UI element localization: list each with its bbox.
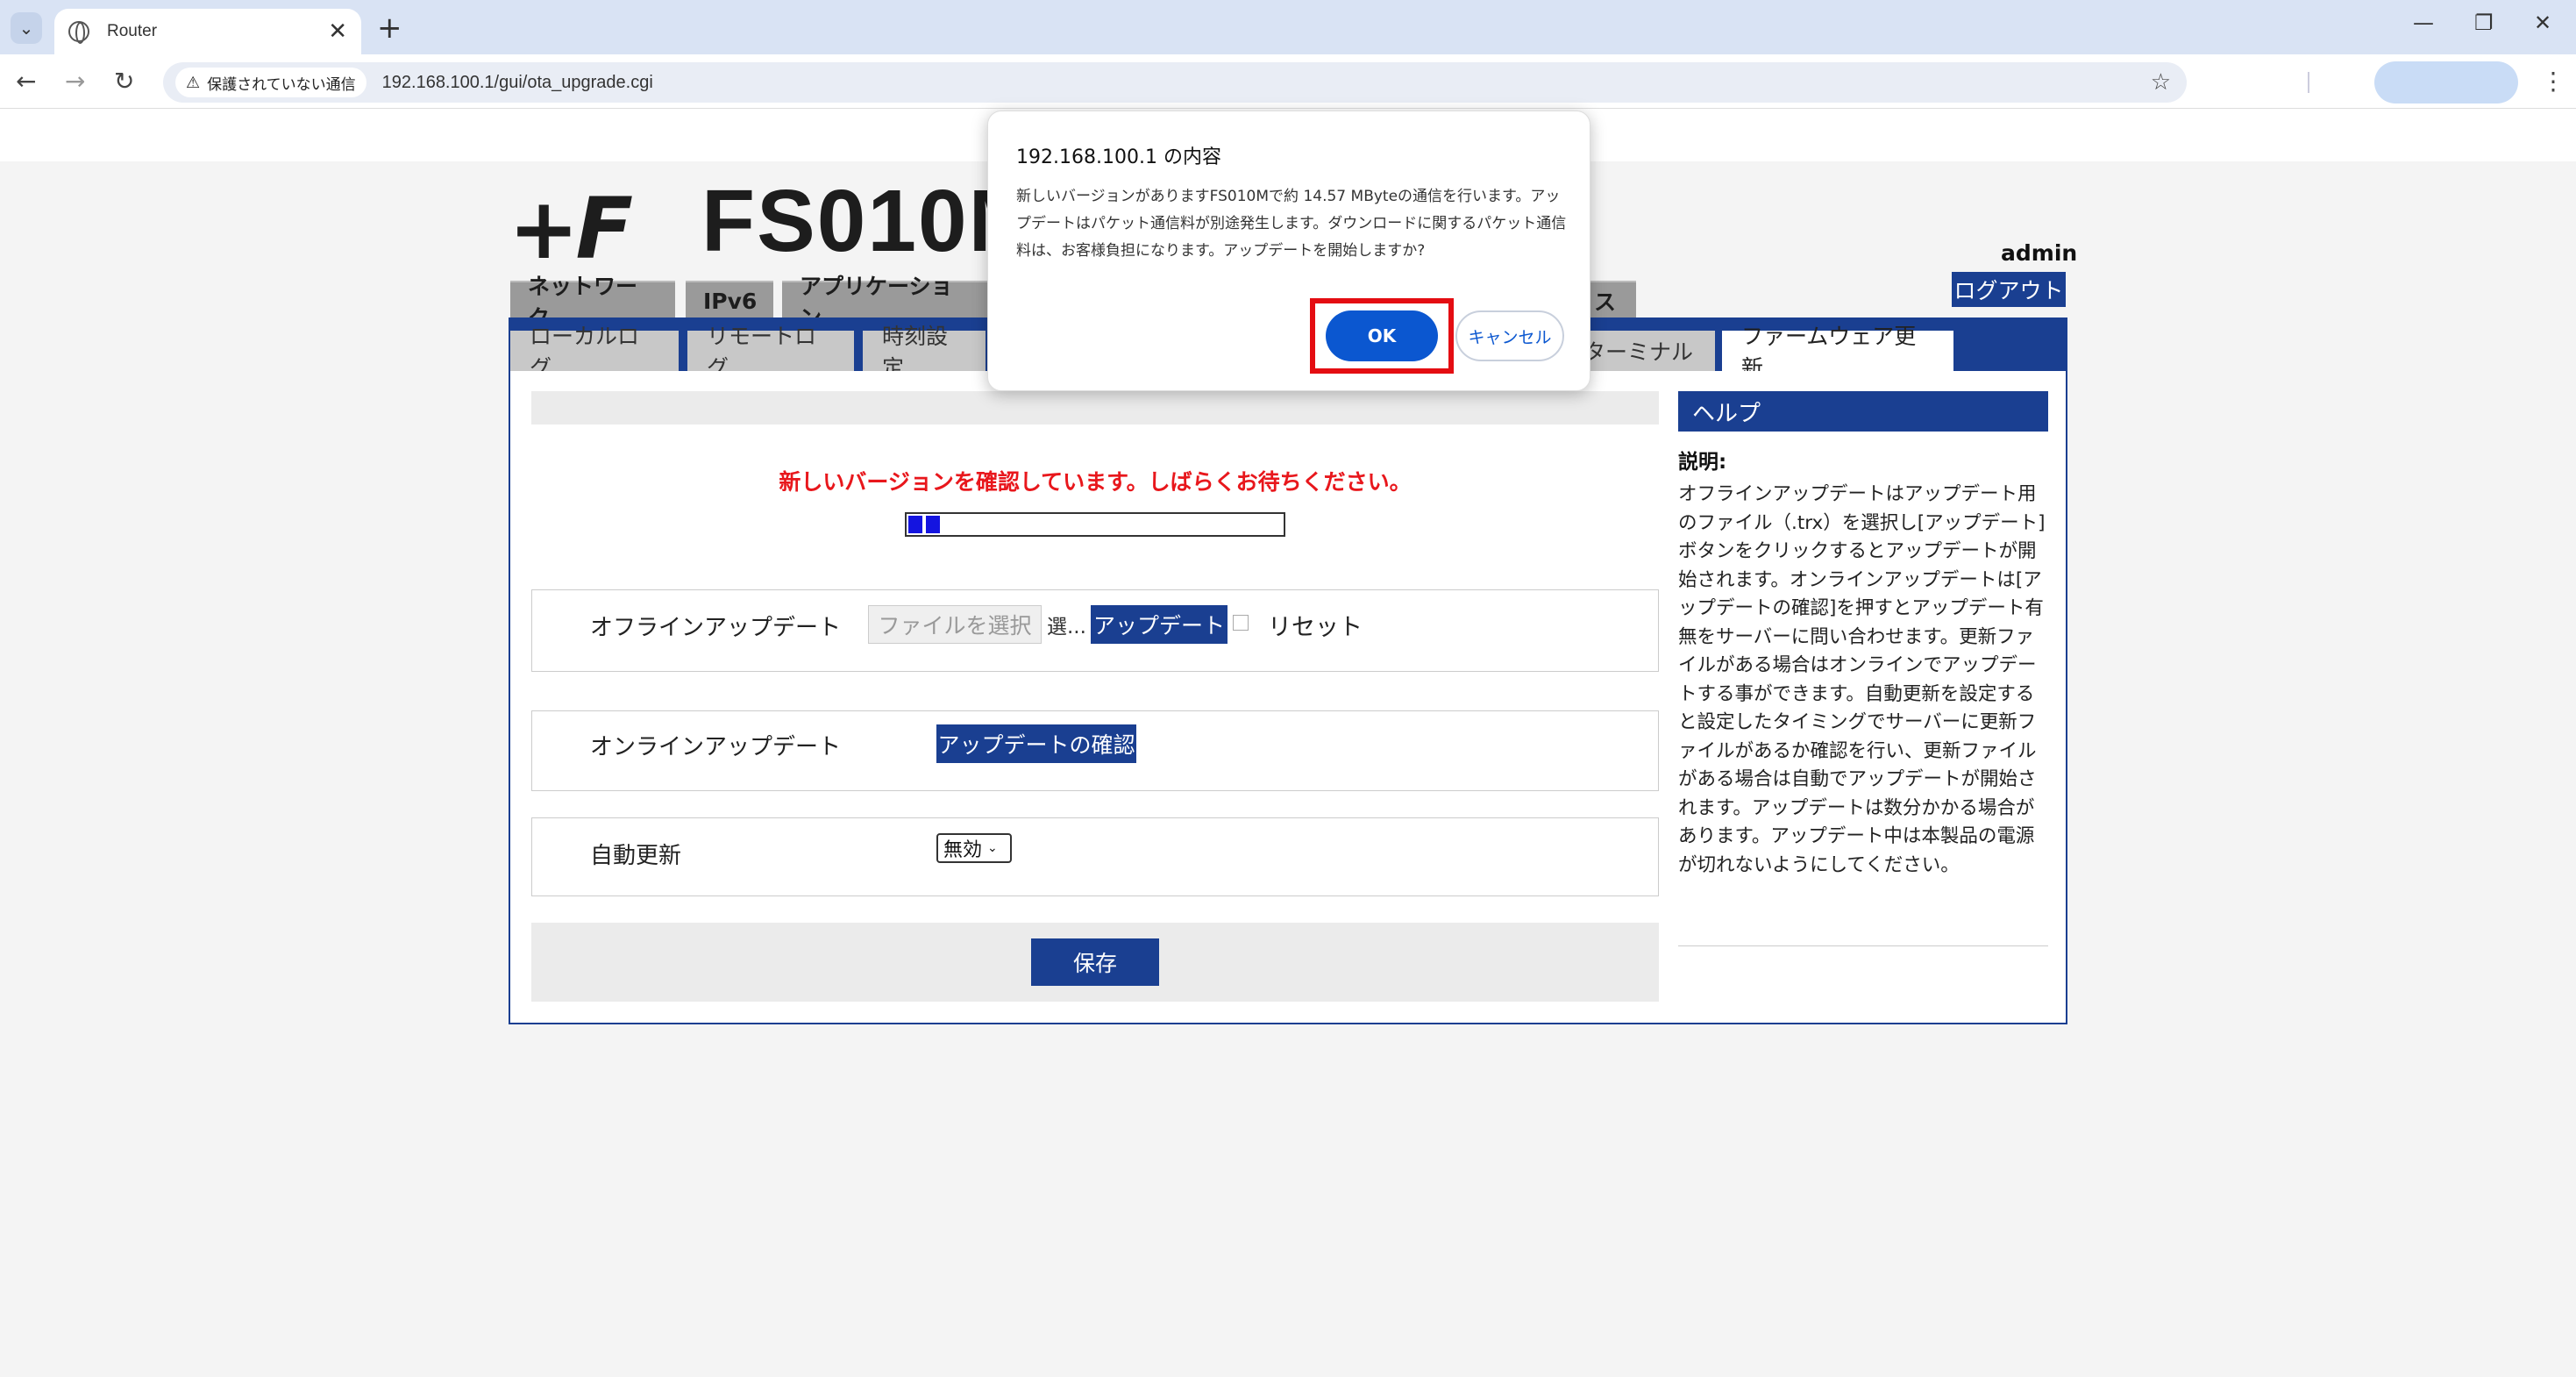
save-button[interactable]: 保存 xyxy=(1031,938,1159,986)
logout-button[interactable]: ログアウト xyxy=(1952,272,2066,307)
auto-update-section: 自動更新 xyxy=(531,817,1659,896)
tab-close-icon[interactable]: ✕ xyxy=(328,18,347,45)
tab-search-chevron-icon[interactable]: ⌄ xyxy=(11,12,42,44)
status-band xyxy=(531,391,1659,425)
offline-update-button[interactable]: アップデート xyxy=(1091,605,1228,644)
help-title: ヘルプ xyxy=(1678,391,2048,432)
main-tab-application[interactable]: アプリケーション xyxy=(782,274,989,331)
reset-checkbox[interactable] xyxy=(1233,615,1249,631)
help-text: オフラインアップデートはアップデート用のファイル（.trx）を選択し[アップデー… xyxy=(1678,483,2046,876)
forward-icon[interactable]: → xyxy=(65,67,85,96)
tab-title: Router xyxy=(107,22,158,40)
brand-logo: +F xyxy=(509,180,633,278)
file-name-hint: 選... xyxy=(1047,616,1086,639)
address-bar[interactable]: ⚠ 保護されていない通信 192.168.100.1/gui/ota_upgra… xyxy=(163,62,2187,103)
help-divider xyxy=(1678,945,2048,946)
online-update-label: オンラインアップデート xyxy=(590,734,842,760)
url-text[interactable]: 192.168.100.1/gui/ota_upgrade.cgi xyxy=(382,73,653,93)
chevron-down-icon: ⌄ xyxy=(987,841,998,855)
checking-message: 新しいバージョンを確認しています。しばらくお待ちください。 xyxy=(779,469,1412,495)
warning-icon: ⚠ xyxy=(186,73,201,92)
sub-tab-terminal[interactable]: ターミナル xyxy=(1575,331,1715,371)
dialog-message: 新しいバージョンがありますFS010Mで約 14.57 MByteの通信を行いま… xyxy=(1016,188,1567,260)
check-update-button[interactable]: アップデートの確認 xyxy=(936,724,1136,763)
new-tab-button[interactable]: + xyxy=(377,11,402,46)
back-icon[interactable]: ← xyxy=(16,67,36,96)
user-name: admin xyxy=(2001,240,2078,266)
auto-update-select[interactable]: 無効 ⌄ xyxy=(936,833,1012,863)
reset-label: リセット xyxy=(1268,614,1363,641)
browser-toolbar: ← → ↻ ⚠ 保護されていない通信 192.168.100.1/gui/ota… xyxy=(0,54,2576,109)
main-tab-ipv6[interactable]: IPv6 xyxy=(686,281,773,319)
help-subtitle: 説明: xyxy=(1678,451,1727,474)
sub-tab-firmware-update[interactable]: ファームウェア更新 xyxy=(1722,324,1953,381)
offline-update-label: オフラインアップデート xyxy=(590,615,842,641)
globe-icon xyxy=(68,21,89,44)
reload-icon[interactable]: ↻ xyxy=(114,67,134,96)
dialog-title: 192.168.100.1 の内容 xyxy=(1016,146,1221,168)
progress-segment xyxy=(926,516,940,533)
menu-dots-icon[interactable]: ⋮ xyxy=(2541,67,2565,96)
profile-button[interactable] xyxy=(2374,61,2518,103)
progress-bar xyxy=(905,512,1285,537)
restore-icon[interactable]: ❐ xyxy=(2474,11,2494,35)
minimize-icon[interactable]: — xyxy=(2413,11,2434,35)
browser-tab-strip: ⌄ Router ✕ + — ❐ ✕ xyxy=(0,0,2576,54)
security-label: 保護されていない通信 xyxy=(207,75,356,94)
browser-tab[interactable]: Router ✕ xyxy=(54,9,361,54)
ok-button[interactable]: OK xyxy=(1326,310,1438,361)
auto-update-selected: 無効 xyxy=(943,839,983,861)
sub-tab-remote-log[interactable]: リモートログ xyxy=(687,324,854,381)
main-tab-network[interactable]: ネットワーク xyxy=(510,274,675,331)
security-chip[interactable]: ⚠ 保護されていない通信 xyxy=(175,68,366,97)
choose-file-button[interactable]: ファイルを選択 xyxy=(868,605,1042,644)
auto-update-label: 自動更新 xyxy=(590,843,682,869)
window-close-icon[interactable]: ✕ xyxy=(2534,11,2551,35)
sub-tab-local-log[interactable]: ローカルログ xyxy=(510,324,679,381)
cancel-button[interactable]: キャンセル xyxy=(1455,310,1564,361)
bookmark-star-icon[interactable]: ☆ xyxy=(2151,69,2171,96)
main-tab-partial[interactable]: ス xyxy=(1589,281,1636,319)
sub-tab-time-settings[interactable]: 時刻設定 xyxy=(863,324,986,381)
progress-segment xyxy=(908,516,922,533)
toolbar-divider xyxy=(2308,72,2309,93)
